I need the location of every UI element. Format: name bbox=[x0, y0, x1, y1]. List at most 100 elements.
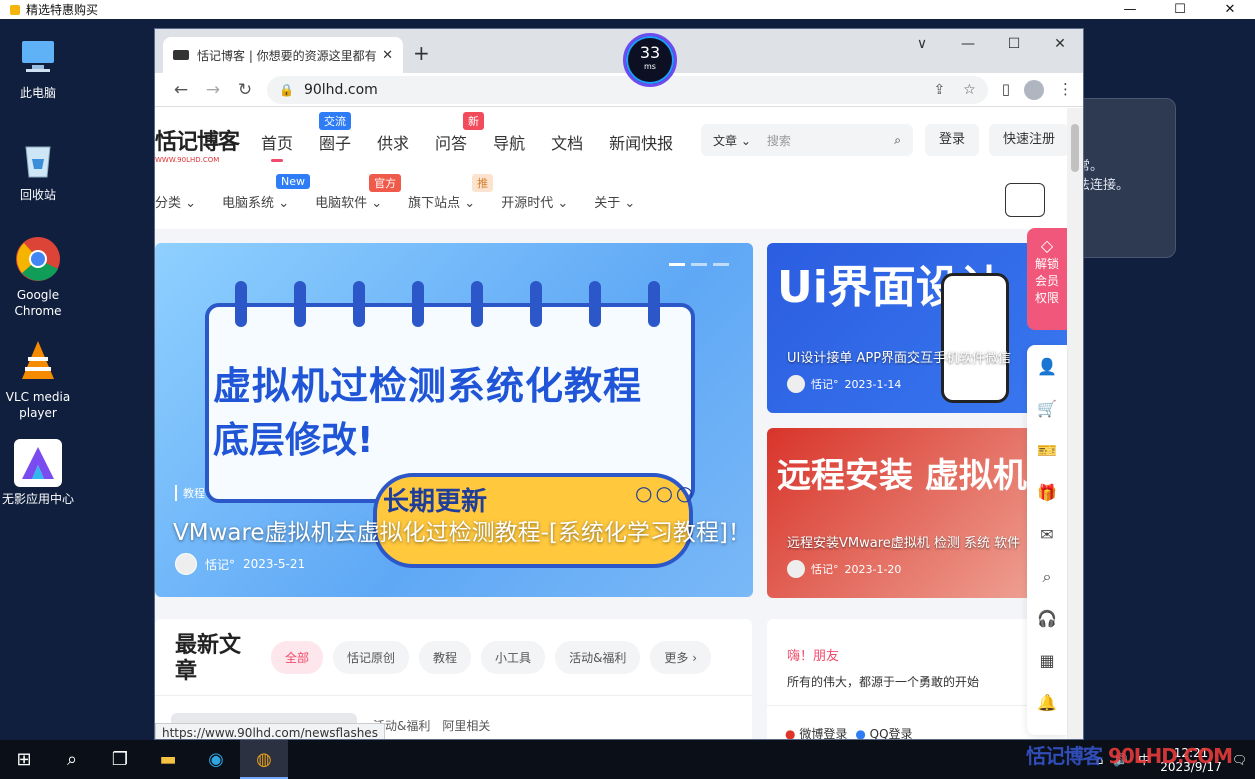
start-button[interactable]: ⊞ bbox=[0, 740, 48, 779]
headset-icon[interactable]: 🎧 bbox=[1037, 609, 1057, 629]
search-input[interactable]: 搜索 bbox=[767, 132, 894, 149]
avatar[interactable] bbox=[175, 553, 197, 575]
side-post-meta: 恬记° 2023-1-20 bbox=[787, 560, 901, 578]
address-bar[interactable]: 🔒 90lhd.com ⇪ ☆ bbox=[267, 75, 988, 104]
browser-minimize-button[interactable]: — bbox=[945, 33, 991, 55]
browser-close-button[interactable]: ✕ bbox=[1037, 33, 1083, 55]
browser-tab[interactable]: 恬记博客 | 你想要的资源这里都有 ✕ bbox=[163, 37, 403, 73]
nav-qa[interactable]: 新问答 bbox=[435, 112, 485, 154]
gift-icon[interactable]: 🎁 bbox=[1037, 483, 1057, 503]
hero-category[interactable]: 教程 bbox=[175, 485, 205, 501]
subnav-badge: 官方 bbox=[369, 174, 402, 192]
side-panel-icon[interactable]: ▯ bbox=[1002, 80, 1010, 100]
user-icon[interactable]: 👤 bbox=[1037, 357, 1057, 377]
watermark: 恬记博客 90LHD.COM bbox=[1026, 744, 1233, 768]
tab-search-button[interactable]: ∨ bbox=[899, 33, 945, 55]
forward-icon[interactable]: → bbox=[197, 80, 229, 100]
side-post-title[interactable]: 远程安装VMware虚拟机 检测 系统 软件 bbox=[787, 532, 1020, 551]
filter-tab[interactable]: 全部 bbox=[271, 641, 324, 674]
floating-toolbar: 👤 🛒 🎫 🎁 ✉ ⌕ 🎧 ▦ 🔔 bbox=[1027, 345, 1067, 735]
site-search[interactable]: 文章 ⌄ 搜索 ⌕ bbox=[701, 124, 913, 156]
filter-tab-more[interactable]: 更多 › bbox=[650, 641, 712, 674]
maximize-button[interactable]: ☐ bbox=[1155, 0, 1205, 19]
nav-home[interactable]: 首页 bbox=[261, 130, 293, 162]
notebook-rings bbox=[235, 281, 660, 327]
filter-tab[interactable]: 教程 bbox=[419, 641, 472, 674]
subnav-sites[interactable]: 推旗下站点 ⌄ bbox=[408, 174, 494, 211]
site-logo[interactable]: 恬记博客 WWW.90LHD.COM bbox=[155, 124, 240, 164]
desktop-icon-this-pc[interactable]: 此电脑 bbox=[0, 33, 76, 101]
hero-slide[interactable]: 虚拟机过检测系统化教程 底层修改! 长期更新 ○○○ 教程 VMware虚拟机去… bbox=[155, 243, 753, 597]
menu-kebab-icon[interactable]: ⋮ bbox=[1058, 80, 1073, 100]
desktop-icon-chrome[interactable]: Google Chrome bbox=[0, 235, 76, 319]
hero-title[interactable]: VMware虚拟机去虚拟化过检测教程-[系统化学习教程]！ bbox=[173, 513, 751, 547]
share-icon[interactable]: ⇪ bbox=[933, 82, 945, 98]
section-title: 最新文章 bbox=[175, 633, 242, 684]
web-page: 恬记博客 WWW.90LHD.COM 首页 交流 圈子 供求 新问答 导航 文档 … bbox=[155, 108, 1068, 739]
minimize-button[interactable]: — bbox=[1105, 0, 1155, 19]
reload-icon[interactable]: ↻ bbox=[229, 80, 261, 100]
browser-toolbar: ← → ↻ 🔒 90lhd.com ⇪ ☆ ▯ ⋮ bbox=[155, 73, 1083, 107]
divider bbox=[767, 705, 1067, 706]
weibo-login-button[interactable]: ● 微博登录 bbox=[785, 725, 847, 739]
bell-icon[interactable]: 🔔 bbox=[1037, 693, 1057, 713]
chrome-taskbar-icon[interactable]: ◍ bbox=[240, 740, 288, 779]
login-button[interactable]: 登录 bbox=[925, 124, 979, 156]
desktop-icon-recycle-bin[interactable]: 回收站 bbox=[0, 135, 76, 203]
mail-icon[interactable]: ✉ bbox=[1040, 525, 1053, 545]
filter-tab[interactable]: 小工具 bbox=[481, 641, 546, 674]
side-post-title[interactable]: UI设计接单 APP界面交互手机软件微信 bbox=[787, 347, 1011, 366]
task-view-icon[interactable]: ❐ bbox=[96, 740, 144, 779]
search-icon[interactable]: ⌕ bbox=[1043, 567, 1052, 587]
search-icon[interactable]: ⌕ bbox=[894, 133, 901, 148]
back-icon[interactable]: ← bbox=[165, 80, 197, 100]
subnav-about[interactable]: 关于 ⌄ bbox=[594, 192, 635, 211]
nav-news[interactable]: 新闻快报 bbox=[609, 130, 673, 154]
tab-close-icon[interactable]: ✕ bbox=[382, 48, 393, 63]
sub-nav: 分类 ⌄ New 电脑系统 ⌄ 官方 电脑软件 ⌄ 推旗下站点 ⌄ 开源时代 ⌄ 关… bbox=[155, 174, 635, 211]
subnav-category[interactable]: 分类 ⌄ bbox=[155, 192, 196, 211]
slider-pager[interactable] bbox=[669, 263, 729, 266]
nav-guide[interactable]: 导航 bbox=[493, 130, 525, 154]
nav-circle[interactable]: 交流 圈子 bbox=[319, 112, 351, 154]
write-button[interactable] bbox=[1005, 183, 1045, 217]
cart-icon[interactable]: 🛒 bbox=[1037, 399, 1057, 419]
welcome-slogan: 所有的伟大，都源于一个勇敢的开始 bbox=[787, 675, 980, 689]
close-button[interactable]: ✕ bbox=[1205, 0, 1255, 19]
search-scope-select[interactable]: 文章 ⌄ bbox=[713, 132, 751, 149]
avatar[interactable] bbox=[787, 560, 805, 578]
edge-icon[interactable]: ◉ bbox=[192, 740, 240, 779]
new-tab-button[interactable]: + bbox=[413, 41, 430, 65]
filter-tab[interactable]: 恬记原创 bbox=[333, 641, 410, 674]
chrome-icon bbox=[14, 235, 62, 283]
ticket-icon[interactable]: 🎫 bbox=[1037, 441, 1057, 461]
subnav-system[interactable]: New 电脑系统 ⌄ bbox=[222, 174, 311, 211]
desktop-icon-vlc[interactable]: VLC media player bbox=[0, 337, 76, 421]
page-scrollbar[interactable] bbox=[1067, 108, 1083, 739]
bookmark-star-icon[interactable]: ☆ bbox=[963, 82, 976, 98]
hero-subheadline: 底层修改! bbox=[213, 420, 374, 461]
computer-icon bbox=[14, 33, 62, 81]
notification-icon[interactable]: 🗨 bbox=[1232, 753, 1247, 767]
subnav-software[interactable]: 官方 电脑软件 ⌄ bbox=[315, 174, 402, 211]
status-url: https://www.90lhd.com/newsflashes bbox=[155, 723, 385, 739]
search-icon[interactable]: ⌕ bbox=[48, 740, 96, 779]
profile-avatar[interactable] bbox=[1024, 79, 1044, 100]
qq-login-button[interactable]: ● QQ登录 bbox=[855, 725, 912, 739]
vlc-icon bbox=[14, 337, 62, 385]
desktop-icon-wuying[interactable]: 无影应用中心 bbox=[0, 439, 76, 507]
vip-unlock-button[interactable]: ◇ 解锁 会员 权限 bbox=[1027, 228, 1067, 330]
subnav-opensource[interactable]: 开源时代 ⌄ bbox=[501, 192, 568, 211]
avatar[interactable] bbox=[787, 375, 805, 393]
file-explorer-icon[interactable]: ▬ bbox=[144, 740, 192, 779]
hero-meta: 恬记° 2023-5-21 bbox=[175, 553, 305, 575]
nav-supply[interactable]: 供求 bbox=[377, 130, 409, 154]
filter-tab[interactable]: 活动&福利 bbox=[555, 641, 641, 674]
browser-maximize-button[interactable]: ☐ bbox=[991, 33, 1037, 55]
register-button[interactable]: 快速注册 bbox=[989, 124, 1068, 156]
nav-badge: 新 bbox=[463, 112, 485, 130]
side-post-ui[interactable]: Ui界面设计 UI设计接单 APP界面交互手机软件微信 恬记° 2023-1-14 bbox=[767, 243, 1067, 413]
qrcode-icon[interactable]: ▦ bbox=[1039, 651, 1054, 671]
nav-docs[interactable]: 文档 bbox=[551, 130, 583, 154]
side-post-remote[interactable]: 远程安装 虚拟机 远程安装VMware虚拟机 检测 系统 软件 恬记° 2023-… bbox=[767, 428, 1067, 598]
